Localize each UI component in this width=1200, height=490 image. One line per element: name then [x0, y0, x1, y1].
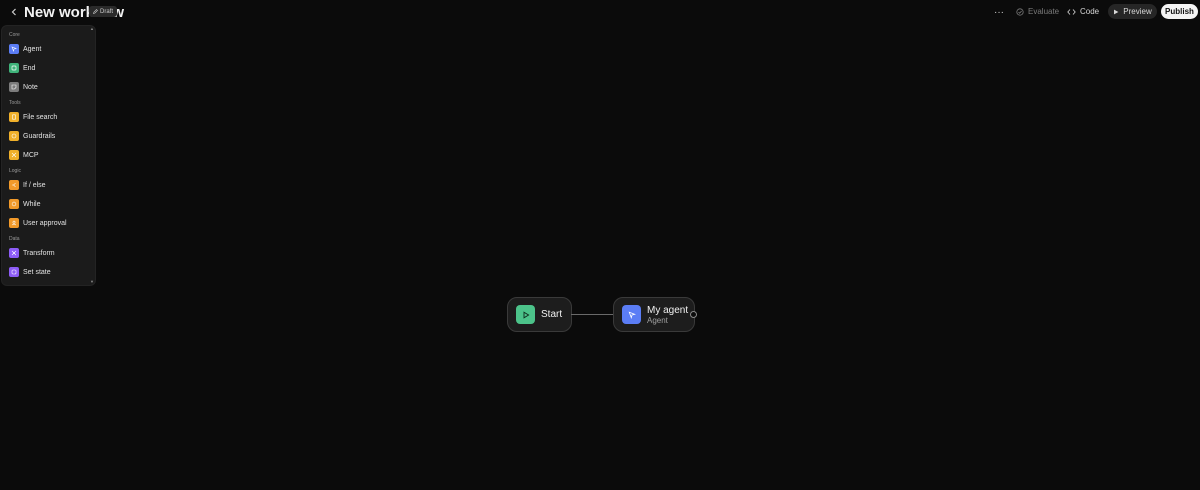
node-item-label: Note	[23, 83, 38, 91]
code-button[interactable]: Code	[1067, 4, 1099, 19]
start-node[interactable]: Start	[507, 297, 572, 332]
scroll-down-arrow-icon[interactable]: ▼	[90, 280, 94, 284]
section-label-core: Core	[9, 32, 20, 38]
section-label-logic: Logic	[9, 168, 21, 174]
agent-node[interactable]: My agent Agent	[613, 297, 695, 332]
chevron-left-icon	[11, 8, 16, 16]
transform-icon	[9, 248, 19, 258]
node-item-label: Agent	[23, 45, 42, 53]
mcp-icon	[9, 150, 19, 160]
node-item-label: Set state	[23, 268, 51, 276]
branch-icon	[9, 180, 19, 190]
evaluate-label: Evaluate	[1028, 7, 1060, 16]
node-item-transform[interactable]: Transform	[9, 247, 55, 259]
loop-icon	[9, 199, 19, 209]
node-item-set-state[interactable]: Set state	[9, 266, 51, 278]
agent-icon	[622, 305, 641, 324]
agent-output-port[interactable]	[690, 311, 697, 318]
approval-icon	[9, 218, 19, 228]
more-icon: ···	[994, 7, 1004, 18]
node-item-note[interactable]: Note	[9, 81, 38, 93]
evaluate-icon	[1016, 7, 1024, 16]
section-label-tools: Tools	[9, 100, 21, 106]
more-options-button[interactable]: ···	[994, 5, 1004, 20]
code-label: Code	[1080, 7, 1100, 16]
draft-badge[interactable]: Draft	[89, 6, 118, 17]
file-search-icon	[9, 112, 19, 122]
publish-button[interactable]: Publish	[1161, 4, 1198, 19]
node-item-label: User approval	[23, 219, 67, 227]
node-item-if-else[interactable]: If / else	[9, 179, 46, 191]
preview-button[interactable]: Preview	[1108, 4, 1157, 19]
agent-node-title: My agent	[647, 304, 689, 316]
node-item-label: File search	[23, 113, 58, 121]
node-item-label: If / else	[23, 181, 46, 189]
node-item-user-approval[interactable]: User approval	[9, 217, 67, 229]
play-icon	[1114, 9, 1119, 14]
start-node-title: Start	[541, 309, 563, 320]
code-icon	[1067, 8, 1076, 15]
agent-icon	[9, 44, 19, 54]
node-item-label: End	[23, 64, 36, 72]
node-item-label: MCP	[23, 151, 39, 159]
node-item-label: Guardrails	[23, 132, 56, 140]
draft-label: Draft	[100, 8, 114, 15]
back-button[interactable]	[8, 6, 20, 18]
end-icon	[9, 63, 19, 73]
state-icon	[9, 267, 19, 277]
agent-node-subtitle: Agent	[647, 315, 668, 325]
node-item-mcp[interactable]: MCP	[9, 149, 39, 161]
node-item-agent[interactable]: Agent	[9, 43, 41, 55]
node-item-guardrails[interactable]: Guardrails	[9, 130, 55, 142]
scroll-up-arrow-icon[interactable]: ▲	[90, 27, 94, 31]
play-icon	[516, 305, 535, 324]
node-item-label: Transform	[23, 249, 55, 257]
note-icon	[9, 82, 19, 92]
publish-label: Publish	[1165, 7, 1194, 16]
edge-start-to-agent[interactable]	[571, 314, 613, 315]
section-label-data: Data	[9, 236, 20, 242]
evaluate-button[interactable]: Evaluate	[1016, 4, 1059, 19]
guardrails-icon	[9, 131, 19, 141]
node-item-file-search[interactable]: File search	[9, 111, 57, 123]
node-item-label: While	[23, 200, 41, 208]
pencil-icon	[93, 9, 98, 14]
node-library-panel: ▲ Core Agent End Note Tools File search …	[2, 26, 95, 285]
node-item-while[interactable]: While	[9, 198, 41, 210]
node-item-end[interactable]: End	[9, 62, 35, 74]
preview-label: Preview	[1123, 7, 1152, 16]
